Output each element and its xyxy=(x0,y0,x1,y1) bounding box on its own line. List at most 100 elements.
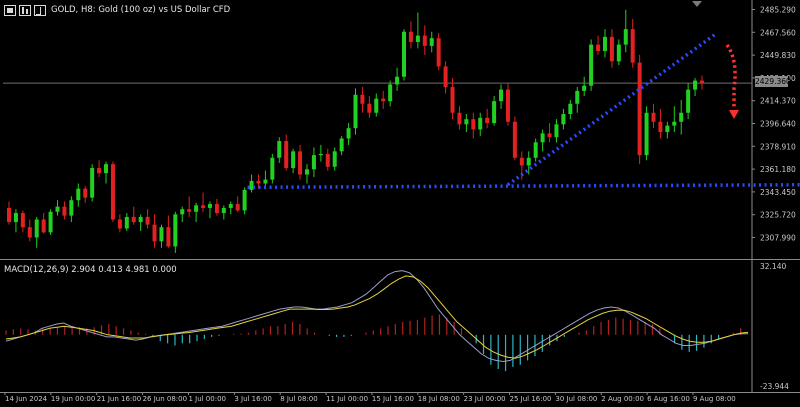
bear-candle xyxy=(117,219,122,229)
time-tick-label: 8 Jul 08:00 xyxy=(280,395,318,403)
bull-candle xyxy=(623,29,628,45)
bear-candle xyxy=(512,121,517,158)
time-tick-label: 2 Aug 00:00 xyxy=(601,395,644,403)
bar-chart-icon[interactable] xyxy=(19,4,31,16)
bull-candle xyxy=(194,205,199,212)
bear-candle xyxy=(381,98,386,102)
bear-candle xyxy=(658,121,663,133)
bear-candle xyxy=(152,224,157,242)
bull-candle xyxy=(207,204,212,208)
price-tick-label: 2467.560 xyxy=(760,28,796,37)
time-tick-label: 1 Jul 00:00 xyxy=(188,395,226,403)
projection-arrow-head xyxy=(729,110,739,119)
bull-candle xyxy=(13,213,18,223)
price-tick-label: 2343.450 xyxy=(760,188,796,197)
bull-candle xyxy=(34,219,39,238)
bull-candle xyxy=(277,141,282,158)
bear-candle xyxy=(298,151,303,175)
time-tick-label: 26 Jun 08:00 xyxy=(143,395,187,403)
bull-candle xyxy=(568,103,573,115)
time-tick-label: 25 Jul 16:00 xyxy=(510,395,552,403)
bull-candle xyxy=(499,89,504,102)
bear-candle xyxy=(110,164,115,220)
bear-candle xyxy=(27,227,32,238)
price-tick-label: 2485.290 xyxy=(760,6,796,15)
chart-window: 2485.2902467.5602449.8302432.1002414.370… xyxy=(0,0,800,407)
bull-candle xyxy=(602,36,607,52)
window-icon[interactable] xyxy=(4,4,16,16)
bull-candle xyxy=(249,180,254,190)
bear-candle xyxy=(422,35,427,46)
time-tick-label: 23 Jul 00:00 xyxy=(464,395,506,403)
bear-candle xyxy=(443,66,448,88)
bull-candle xyxy=(388,84,393,102)
time-tick-label: 9 Aug 08:00 xyxy=(693,395,736,403)
price-tick-label: 2414.370 xyxy=(760,97,796,106)
price-tick-label: 2361.180 xyxy=(760,165,796,174)
bear-candle xyxy=(360,94,365,104)
bear-candle xyxy=(596,44,601,52)
time-tick-label: 21 Jun 16:00 xyxy=(97,395,141,403)
bull-candle xyxy=(339,138,344,152)
bull-candle xyxy=(533,142,538,158)
bear-candle xyxy=(408,31,413,43)
bull-candle xyxy=(332,151,337,167)
bull-candle xyxy=(90,168,95,198)
macd-tick-label: 32.140 xyxy=(760,262,786,271)
bull-candle xyxy=(644,112,649,156)
bull-candle xyxy=(665,125,670,133)
bull-candle xyxy=(374,98,379,113)
bear-candle xyxy=(83,188,88,198)
time-tick-label: 14 Jun 2024 xyxy=(5,395,48,403)
chart-shift-marker[interactable] xyxy=(692,1,702,7)
bull-candle xyxy=(124,216,129,229)
bull-candle xyxy=(346,128,351,139)
chart-title: GOLD, H8: Gold (100 oz) vs US Dollar CFD xyxy=(51,5,231,15)
bear-candle xyxy=(547,133,552,138)
bear-candle xyxy=(201,205,206,208)
bull-candle xyxy=(402,31,407,77)
projection-arrow-curve xyxy=(725,43,737,108)
bull-candle xyxy=(693,80,698,90)
bear-candle xyxy=(436,38,441,67)
bull-candle xyxy=(561,114,566,125)
time-tick-label: 15 Jul 16:00 xyxy=(372,395,414,403)
bear-candle xyxy=(41,219,46,233)
bull-candle xyxy=(242,189,247,211)
bull-candle xyxy=(429,38,434,46)
time-tick-label: 6 Aug 16:00 xyxy=(647,395,690,403)
bull-candle xyxy=(69,200,74,216)
bear-candle xyxy=(7,207,11,223)
bear-candle xyxy=(651,112,656,122)
bear-candle xyxy=(235,204,240,211)
signal-line xyxy=(5,275,749,359)
macd-tick-label: -23.944 xyxy=(760,382,789,391)
bear-candle xyxy=(519,157,524,166)
bull-candle xyxy=(304,169,309,175)
bear-candle xyxy=(20,213,25,228)
bear-candle xyxy=(609,36,614,62)
bear-candle xyxy=(505,89,510,122)
line-chart-icon[interactable] xyxy=(34,4,46,16)
time-tick-label: 30 Jul 08:00 xyxy=(555,395,597,403)
bull-candle xyxy=(395,76,400,85)
price-tick-label: 2378.910 xyxy=(760,142,796,151)
bear-candle xyxy=(700,80,704,84)
bear-candle xyxy=(97,168,102,174)
bear-candle xyxy=(166,227,171,247)
bear-candle xyxy=(284,141,289,169)
bull-candle xyxy=(138,216,143,223)
chart-canvas[interactable]: 2485.2902467.5602449.8302432.1002414.370… xyxy=(0,0,800,407)
bear-candle xyxy=(187,209,192,212)
chart-title-bar: GOLD, H8: Gold (100 oz) vs US Dollar CFD xyxy=(4,3,230,17)
bull-candle xyxy=(672,121,677,126)
bull-candle xyxy=(478,117,483,130)
macd-line xyxy=(5,270,748,363)
bear-candle xyxy=(214,204,219,214)
bull-candle xyxy=(270,157,275,180)
bull-candle xyxy=(415,35,420,43)
bear-candle xyxy=(637,62,642,156)
bull-candle xyxy=(353,94,358,129)
bull-candle xyxy=(582,85,587,91)
bull-candle xyxy=(291,151,296,169)
